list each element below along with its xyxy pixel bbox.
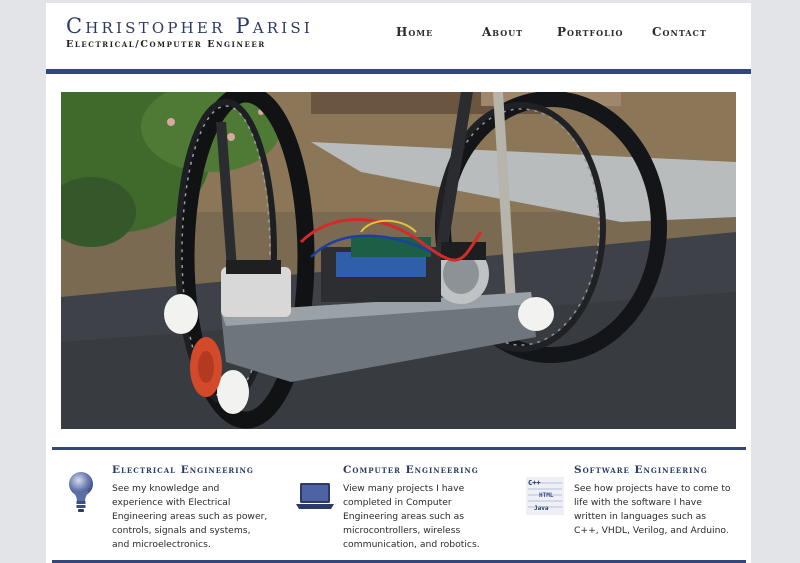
laptop-icon	[295, 481, 335, 515]
feature-title[interactable]: Software Engineering	[574, 464, 708, 476]
feature-title[interactable]: Electrical Engineering	[112, 464, 254, 476]
nav-portfolio[interactable]: Portfolio	[557, 25, 623, 39]
feature-description: See my knowledge and experience with Ele…	[112, 483, 268, 550]
feature-description: See how projects have to come to life wi…	[574, 483, 731, 536]
page-container: Christopher Parisi Electrical/Computer E…	[46, 3, 751, 563]
nav-about[interactable]: About	[482, 25, 523, 39]
features-top-divider	[52, 447, 746, 450]
lightbulb-icon	[68, 471, 94, 519]
nav-contact[interactable]: Contact	[652, 25, 707, 39]
code-icon-label-html: HTML	[539, 492, 554, 499]
site-title[interactable]: Christopher Parisi	[66, 14, 313, 38]
feature-title[interactable]: Computer Engineering	[343, 464, 479, 476]
code-icon-label-cpp: C++	[528, 479, 541, 487]
nav-home[interactable]: Home	[396, 25, 433, 39]
site-header: Christopher Parisi Electrical/Computer E…	[46, 3, 751, 69]
code-icon: C++ HTML Java	[526, 477, 564, 519]
header-divider	[46, 69, 751, 74]
hero-image	[61, 92, 736, 429]
feature-description: View many projects I have completed in C…	[343, 483, 480, 550]
site-subtitle: Electrical/Computer Engineer	[66, 39, 266, 50]
hero-photo-illustration	[61, 92, 736, 429]
code-icon-label-java: Java	[534, 505, 549, 512]
